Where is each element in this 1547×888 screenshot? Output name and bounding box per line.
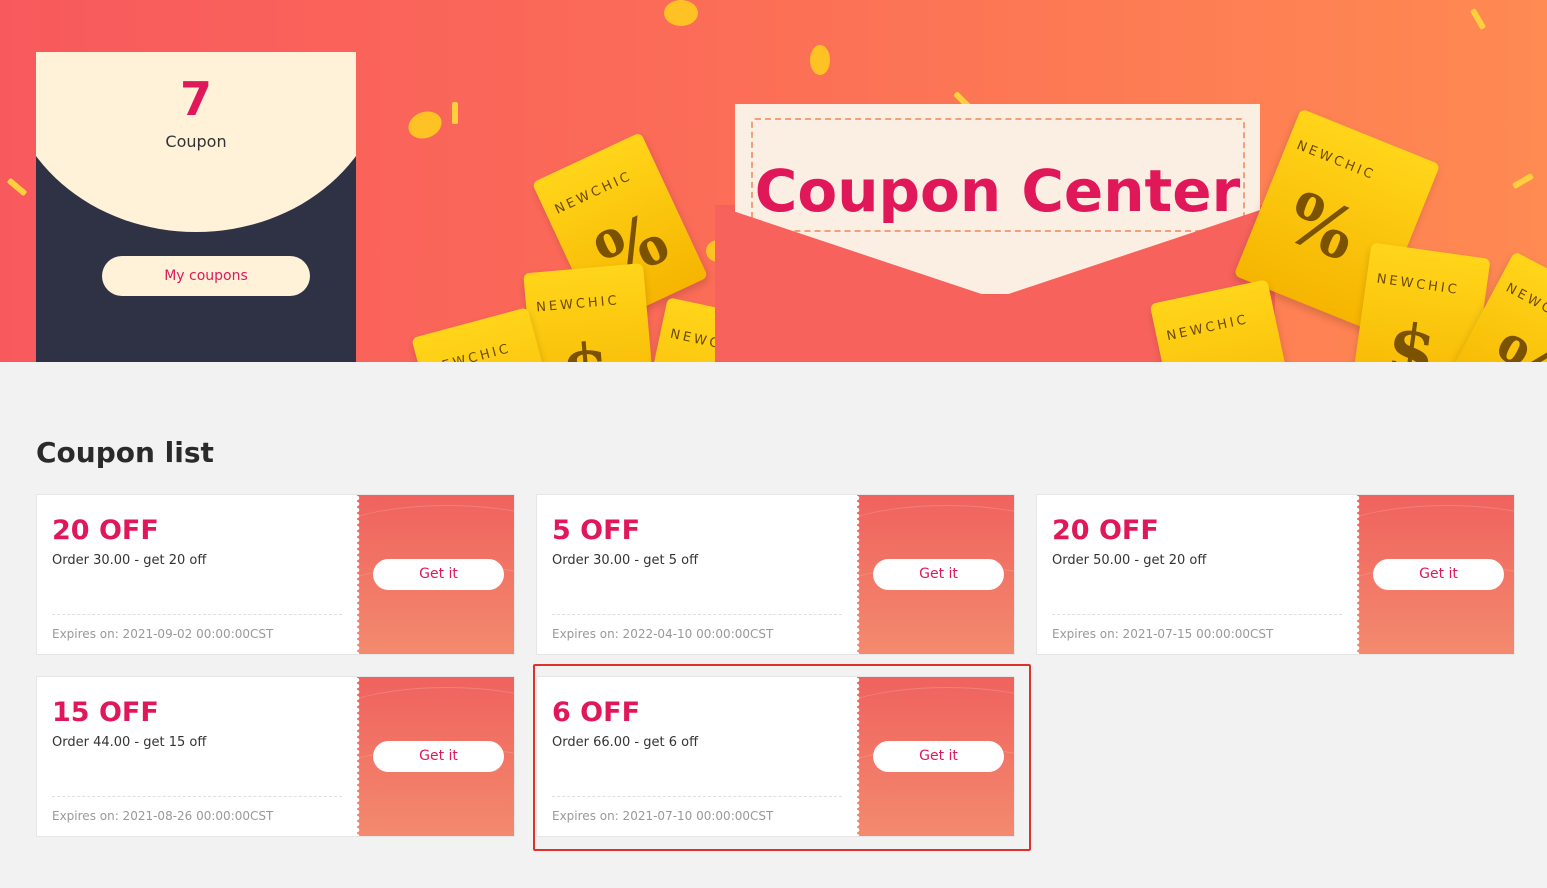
coupon-amount: 15 OFF — [52, 697, 159, 728]
hero-banner: NEWCHIC% NEWCHIC$ NEWCHIC$ NEWCHIC$ Coup… — [0, 0, 1547, 362]
coupon-card: 20 OFF Order 30.00 - get 20 off Expires … — [36, 494, 515, 655]
coupon-count-label: Coupon — [165, 132, 227, 151]
coupon-condition: Order 50.00 - get 20 off — [1052, 553, 1207, 568]
coupon-list-title: Coupon list — [36, 436, 214, 469]
coupon-expiry: Expires on: 2021-09-02 00:00:00CST — [52, 627, 274, 641]
confetti — [452, 102, 458, 124]
coin-decoration — [664, 0, 698, 26]
coupon-info: 20 OFF Order 30.00 - get 20 off Expires … — [37, 495, 357, 654]
confetti — [1511, 172, 1535, 190]
coupon-amount: 20 OFF — [1052, 515, 1159, 546]
coupon-condition: Order 30.00 - get 20 off — [52, 553, 207, 568]
coupon-expiry: Expires on: 2021-07-15 00:00:00CST — [1052, 627, 1274, 641]
divider — [1052, 614, 1342, 615]
divider — [552, 614, 842, 615]
coupon-action-panel: Get it — [857, 495, 1014, 654]
coupon-info: 15 OFF Order 44.00 - get 15 off Expires … — [37, 677, 357, 836]
coupon-action-panel: Get it — [357, 495, 514, 654]
selection-highlight — [533, 664, 1031, 851]
coupon-card: 15 OFF Order 44.00 - get 15 off Expires … — [36, 676, 515, 837]
coupon-expiry: Expires on: 2022-04-10 00:00:00CST — [552, 627, 774, 641]
coupon-info: 5 OFF Order 30.00 - get 5 off Expires on… — [537, 495, 857, 654]
coupon-action-panel: Get it — [1357, 495, 1514, 654]
confetti — [6, 177, 28, 197]
coupon-card: 5 OFF Order 30.00 - get 5 off Expires on… — [536, 494, 1015, 655]
coupon-expiry: Expires on: 2021-08-26 00:00:00CST — [52, 809, 274, 823]
divider — [52, 796, 342, 797]
coupon-card: 20 OFF Order 50.00 - get 20 off Expires … — [1036, 494, 1515, 655]
coupon-summary-card: 7 Coupon My coupons — [36, 52, 356, 362]
coin-decoration — [810, 45, 830, 75]
get-coupon-button[interactable]: Get it — [373, 559, 504, 590]
coupon-count: 7 — [179, 72, 212, 126]
ticket-decoration: NEWCHIC$ — [523, 263, 657, 362]
get-coupon-button[interactable]: Get it — [373, 741, 504, 772]
coupon-info: 20 OFF Order 50.00 - get 20 off Expires … — [1037, 495, 1357, 654]
page-title: Coupon Center — [754, 157, 1241, 225]
coin-decoration — [404, 106, 446, 144]
coupon-action-panel: Get it — [357, 677, 514, 836]
get-coupon-button[interactable]: Get it — [873, 559, 1004, 590]
my-coupons-button[interactable]: My coupons — [102, 256, 310, 296]
coupon-amount: 20 OFF — [52, 515, 159, 546]
coupon-condition: Order 30.00 - get 5 off — [552, 553, 699, 568]
coupon-amount: 5 OFF — [552, 515, 641, 546]
get-coupon-button[interactable]: Get it — [1373, 559, 1504, 590]
divider — [52, 614, 342, 615]
coupon-condition: Order 44.00 - get 15 off — [52, 735, 207, 750]
confetti — [1469, 7, 1487, 31]
